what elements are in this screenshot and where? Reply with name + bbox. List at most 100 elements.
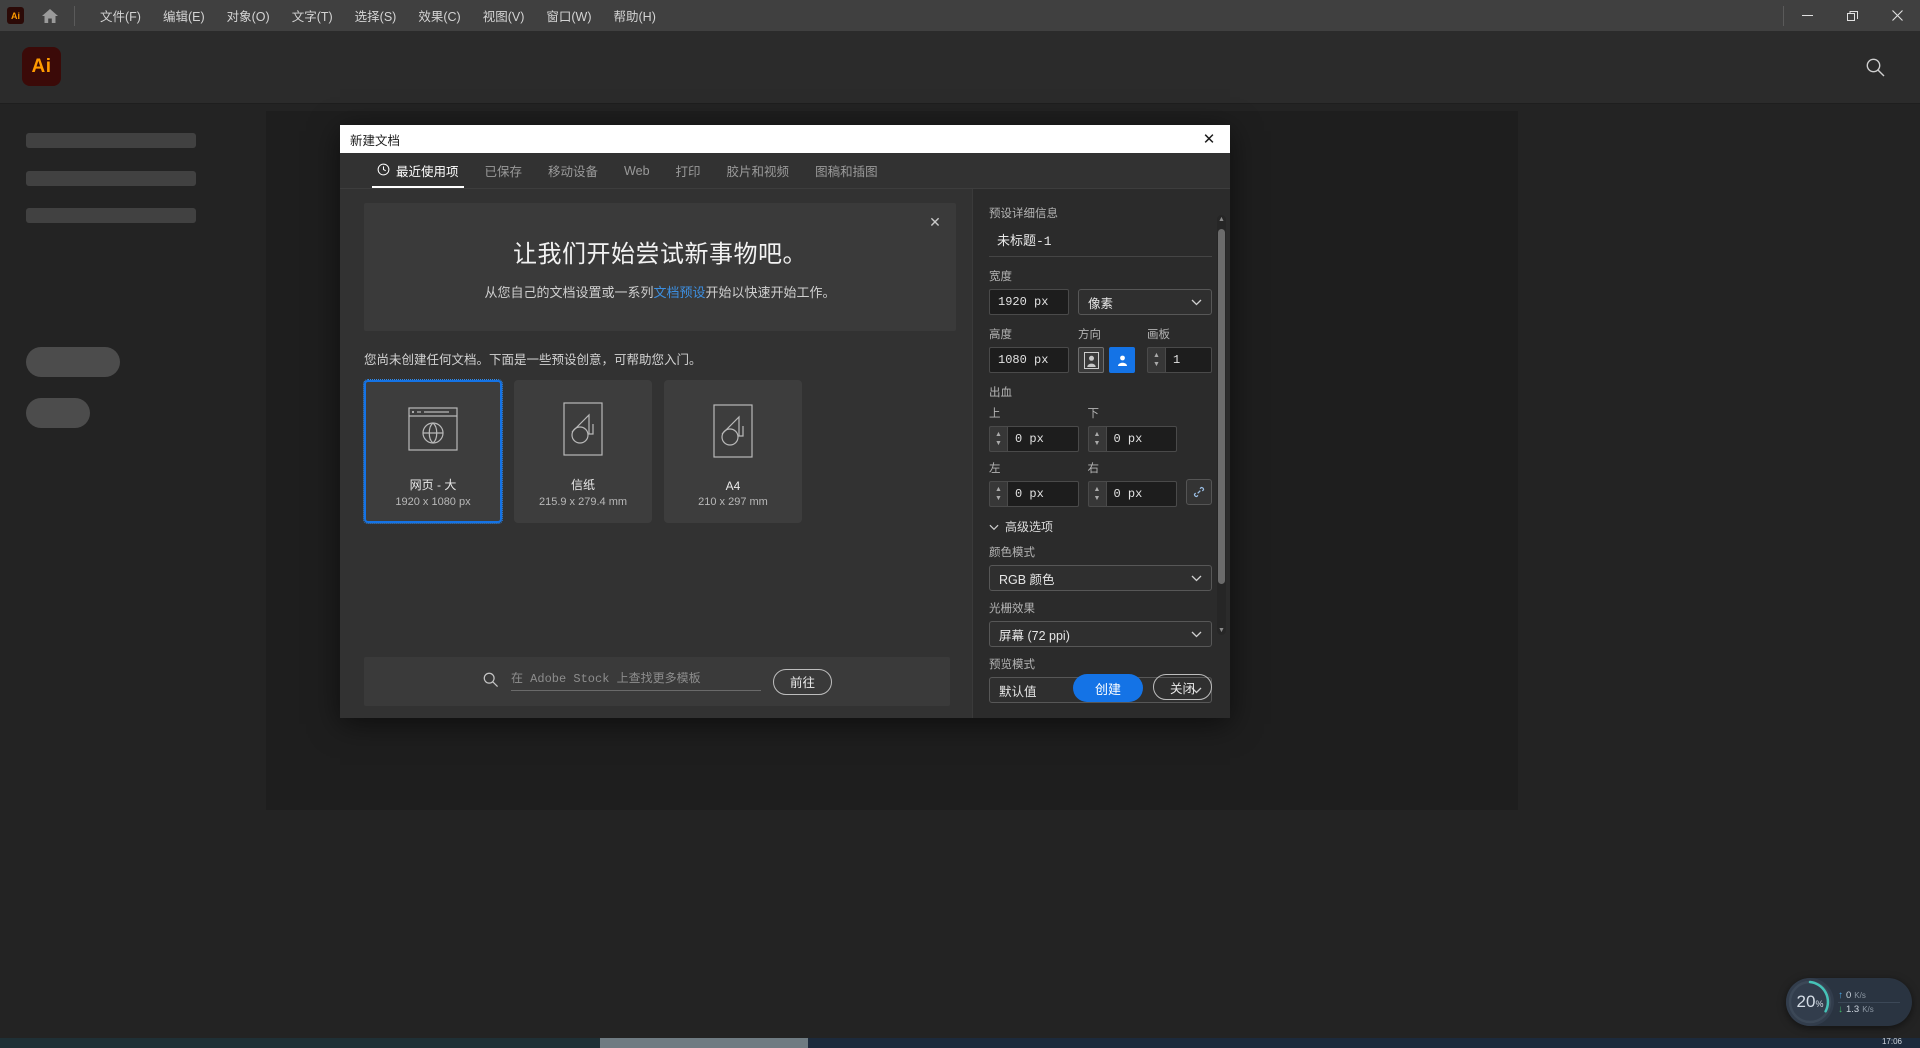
document-icon: [666, 382, 800, 479]
scroll-up-arrow-icon[interactable]: ▲: [1218, 216, 1225, 223]
artboards-input[interactable]: 1: [1165, 347, 1212, 373]
width-input[interactable]: 1920 px: [989, 289, 1069, 315]
menu-item-effect[interactable]: 效果(C): [407, 1, 471, 30]
document-name-input[interactable]: 未标题-1: [989, 226, 1212, 257]
tab-mobile[interactable]: 移动设备: [535, 153, 611, 188]
bleed-top-input[interactable]: 0 px: [1007, 426, 1079, 452]
dialog-close-icon[interactable]: ✕: [1198, 128, 1220, 150]
banner-text-after: 开始以快速开始工作。: [705, 284, 836, 300]
height-orientation-artboards-group: 高度 1080 px 方向 画板 ▲ ▼ 1: [989, 326, 1212, 373]
preview-mode-value: 默认值: [999, 684, 1037, 699]
bleed-bottom-stepper[interactable]: ▲ ▼: [1087, 426, 1106, 452]
color-mode-value: RGB 颜色: [999, 572, 1055, 587]
skeleton-pill: [26, 347, 120, 377]
portrait-icon[interactable]: [1078, 347, 1104, 373]
tab-label: Web: [624, 163, 650, 178]
chevron-down-icon: [1191, 571, 1202, 585]
os-taskbar: 17:06: [0, 1037, 1920, 1048]
adobe-stock-search-bar: 前往: [364, 657, 950, 706]
menu-item-help[interactable]: 帮助(H): [603, 1, 667, 30]
preset-card-web-large[interactable]: 网页 - 大 1920 x 1080 px: [363, 379, 503, 524]
bleed-left-stepper[interactable]: ▲ ▼: [989, 481, 1007, 507]
new-document-dialog: 新建文档 ✕ 最近使用项 已保存 移动设备 Web 打印 胶片和视频 图稿和插图: [340, 125, 1230, 718]
search-icon[interactable]: [1860, 52, 1890, 82]
dialog-tabs: 最近使用项 已保存 移动设备 Web 打印 胶片和视频 图稿和插图: [340, 153, 1230, 189]
menu-item-view[interactable]: 视图(V): [472, 1, 536, 30]
home-icon[interactable]: [40, 6, 60, 26]
raster-effects-select[interactable]: 屏幕 (72 ppi): [989, 621, 1212, 647]
taskbar-segment: [0, 1038, 600, 1048]
bleed-right-stepper[interactable]: ▲ ▼: [1087, 481, 1106, 507]
bleed-top-label: 上: [989, 408, 1001, 420]
advanced-options-label: 高级选项: [1005, 520, 1054, 534]
menu-item-select[interactable]: 选择(S): [344, 1, 408, 30]
raster-effects-label: 光栅效果: [989, 603, 1035, 615]
performance-widget[interactable]: 20% ↑ 0 K/s ↓ 1.3 K/s: [1786, 978, 1912, 1026]
close-button[interactable]: [1875, 0, 1920, 31]
width-group: 宽度 1920 px 像素: [989, 268, 1212, 315]
upload-rate: ↑ 0 K/s: [1838, 990, 1900, 1001]
bleed-top-stepper[interactable]: ▲ ▼: [989, 426, 1007, 452]
banner-close-icon[interactable]: ✕: [926, 213, 944, 231]
artboards-stepper[interactable]: ▲ ▼: [1147, 347, 1165, 373]
landscape-icon[interactable]: [1109, 347, 1135, 373]
color-mode-select[interactable]: RGB 颜色: [989, 565, 1212, 591]
banner-text-before: 从您自己的文档设置或一系列: [484, 284, 654, 300]
menu-item-file[interactable]: 文件(F): [89, 1, 152, 30]
menu-item-type[interactable]: 文字(T): [281, 1, 344, 30]
illustrator-window: Ai 文件(F) 编辑(E) 对象(O) 文字(T) 选择(S) 效果(C) 视…: [0, 0, 1920, 1048]
bleed-left-input[interactable]: 0 px: [1007, 481, 1079, 507]
tab-art-illustration[interactable]: 图稿和插图: [802, 153, 891, 188]
bleed-left-label: 左: [989, 463, 1001, 475]
raster-effects-value: 屏幕 (72 ppi): [999, 628, 1070, 643]
close-dialog-button[interactable]: 关闭: [1152, 674, 1212, 700]
menu-item-window[interactable]: 窗口(W): [535, 1, 602, 30]
menu-divider: [74, 5, 75, 26]
height-input[interactable]: 1080 px: [989, 347, 1069, 373]
document-presets-link[interactable]: 文档预设: [653, 285, 705, 300]
restore-button[interactable]: [1830, 0, 1875, 31]
skeleton-bar: [26, 133, 196, 148]
preview-mode-label: 预览模式: [989, 659, 1035, 671]
cpu-usage-ring: 20%: [1786, 978, 1834, 1026]
preset-card-letter[interactable]: 信纸 215.9 x 279.4 mm: [514, 380, 652, 523]
create-button[interactable]: 创建: [1072, 674, 1143, 702]
preset-dimensions: 210 x 297 mm: [698, 496, 768, 508]
tab-label: 最近使用项: [396, 165, 459, 179]
menu-item-object[interactable]: 对象(O): [216, 1, 281, 30]
stock-go-button[interactable]: 前往: [772, 668, 832, 695]
tab-saved[interactable]: 已保存: [472, 153, 536, 188]
tab-recent[interactable]: 最近使用项: [364, 153, 472, 188]
illustrator-logo-icon: Ai: [22, 47, 61, 86]
os-title-bar: Ai 文件(F) 编辑(E) 对象(O) 文字(T) 选择(S) 效果(C) 视…: [0, 0, 1920, 31]
link-chain-icon[interactable]: [1186, 479, 1212, 505]
download-arrow-icon: ↓: [1838, 1003, 1843, 1015]
upload-arrow-icon: ↑: [1838, 989, 1843, 1001]
dialog-actions: 创建 关闭: [1072, 674, 1212, 702]
unit-select[interactable]: 像素: [1078, 289, 1212, 315]
chevron-down-icon: [1191, 627, 1202, 641]
bleed-bottom-input[interactable]: 0 px: [1105, 426, 1177, 452]
dialog-left-pane: ✕ 让我们开始尝试新事物吧。 从您自己的文档设置或一系列文档预设开始以快速开始工…: [340, 189, 972, 718]
details-scrollbar[interactable]: ▲ ▼: [1217, 215, 1226, 635]
tab-web[interactable]: Web: [611, 153, 662, 188]
skeleton-bar: [26, 171, 196, 186]
minimize-button[interactable]: [1785, 0, 1830, 31]
tab-label: 已保存: [484, 165, 523, 179]
taskbar-active-window[interactable]: [600, 1038, 808, 1048]
scrollbar-thumb[interactable]: [1218, 229, 1225, 584]
window-controls-divider: [1783, 5, 1784, 26]
preset-card-a4[interactable]: A4 210 x 297 mm: [664, 380, 802, 523]
tab-label: 图稿和插图: [815, 165, 878, 179]
upload-unit: K/s: [1854, 990, 1866, 1000]
menu-item-edit[interactable]: 编辑(E): [152, 1, 216, 30]
bleed-right-label: 右: [1087, 463, 1100, 475]
tab-label: 移动设备: [548, 165, 599, 179]
tab-print[interactable]: 打印: [663, 153, 714, 188]
scroll-down-arrow-icon[interactable]: ▼: [1218, 627, 1225, 634]
bleed-right-input[interactable]: 0 px: [1105, 481, 1177, 507]
web-page-icon: [366, 382, 500, 476]
tab-film-video[interactable]: 胶片和视频: [714, 153, 803, 188]
advanced-options-toggle[interactable]: 高级选项: [989, 518, 1212, 535]
stock-search-input[interactable]: [510, 672, 761, 686]
